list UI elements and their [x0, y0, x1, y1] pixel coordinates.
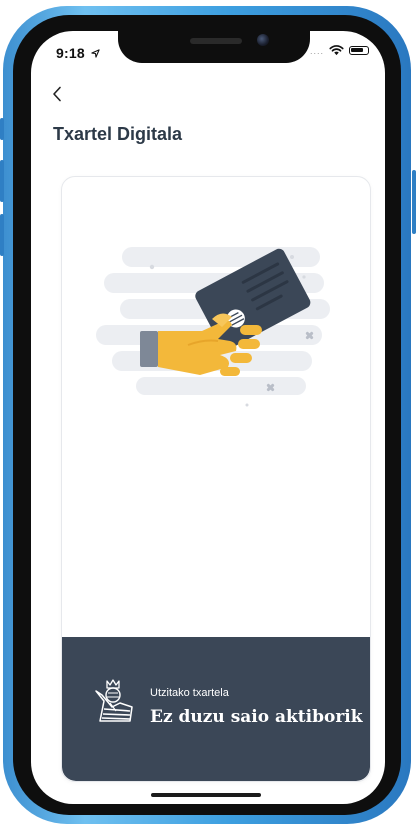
side-button-power	[412, 170, 416, 234]
home-indicator[interactable]	[151, 793, 261, 797]
front-camera	[257, 34, 269, 46]
digital-card[interactable]: Utzitako txartela Ez duzu saio aktiborik	[61, 176, 371, 782]
card-status-text: Ez duzu saio aktiborik	[150, 707, 363, 727]
side-button-volume-up	[0, 160, 4, 202]
battery-icon	[349, 46, 369, 55]
back-button[interactable]	[45, 80, 69, 108]
club-crest-icon	[95, 679, 133, 722]
side-button-volume-down	[0, 214, 4, 256]
wifi-icon	[329, 45, 344, 56]
signal-dots: ....	[309, 45, 324, 56]
location-arrow-icon	[91, 49, 100, 58]
card-footer: Utzitako txartela Ez duzu saio aktiborik	[62, 637, 370, 781]
screen: 9:18 .... Txartel Digitala Utzitako txar…	[31, 31, 385, 804]
side-button-silent	[0, 118, 4, 140]
notch	[118, 31, 310, 63]
card-caption: Utzitako txartela	[150, 687, 229, 699]
status-icons: ....	[310, 45, 369, 56]
speaker	[190, 38, 242, 44]
chevron-left-icon	[53, 86, 61, 102]
page-title: Txartel Digitala	[53, 124, 183, 144]
hand-holding-card-icon	[96, 247, 330, 407]
status-time: 9:18	[56, 45, 100, 61]
